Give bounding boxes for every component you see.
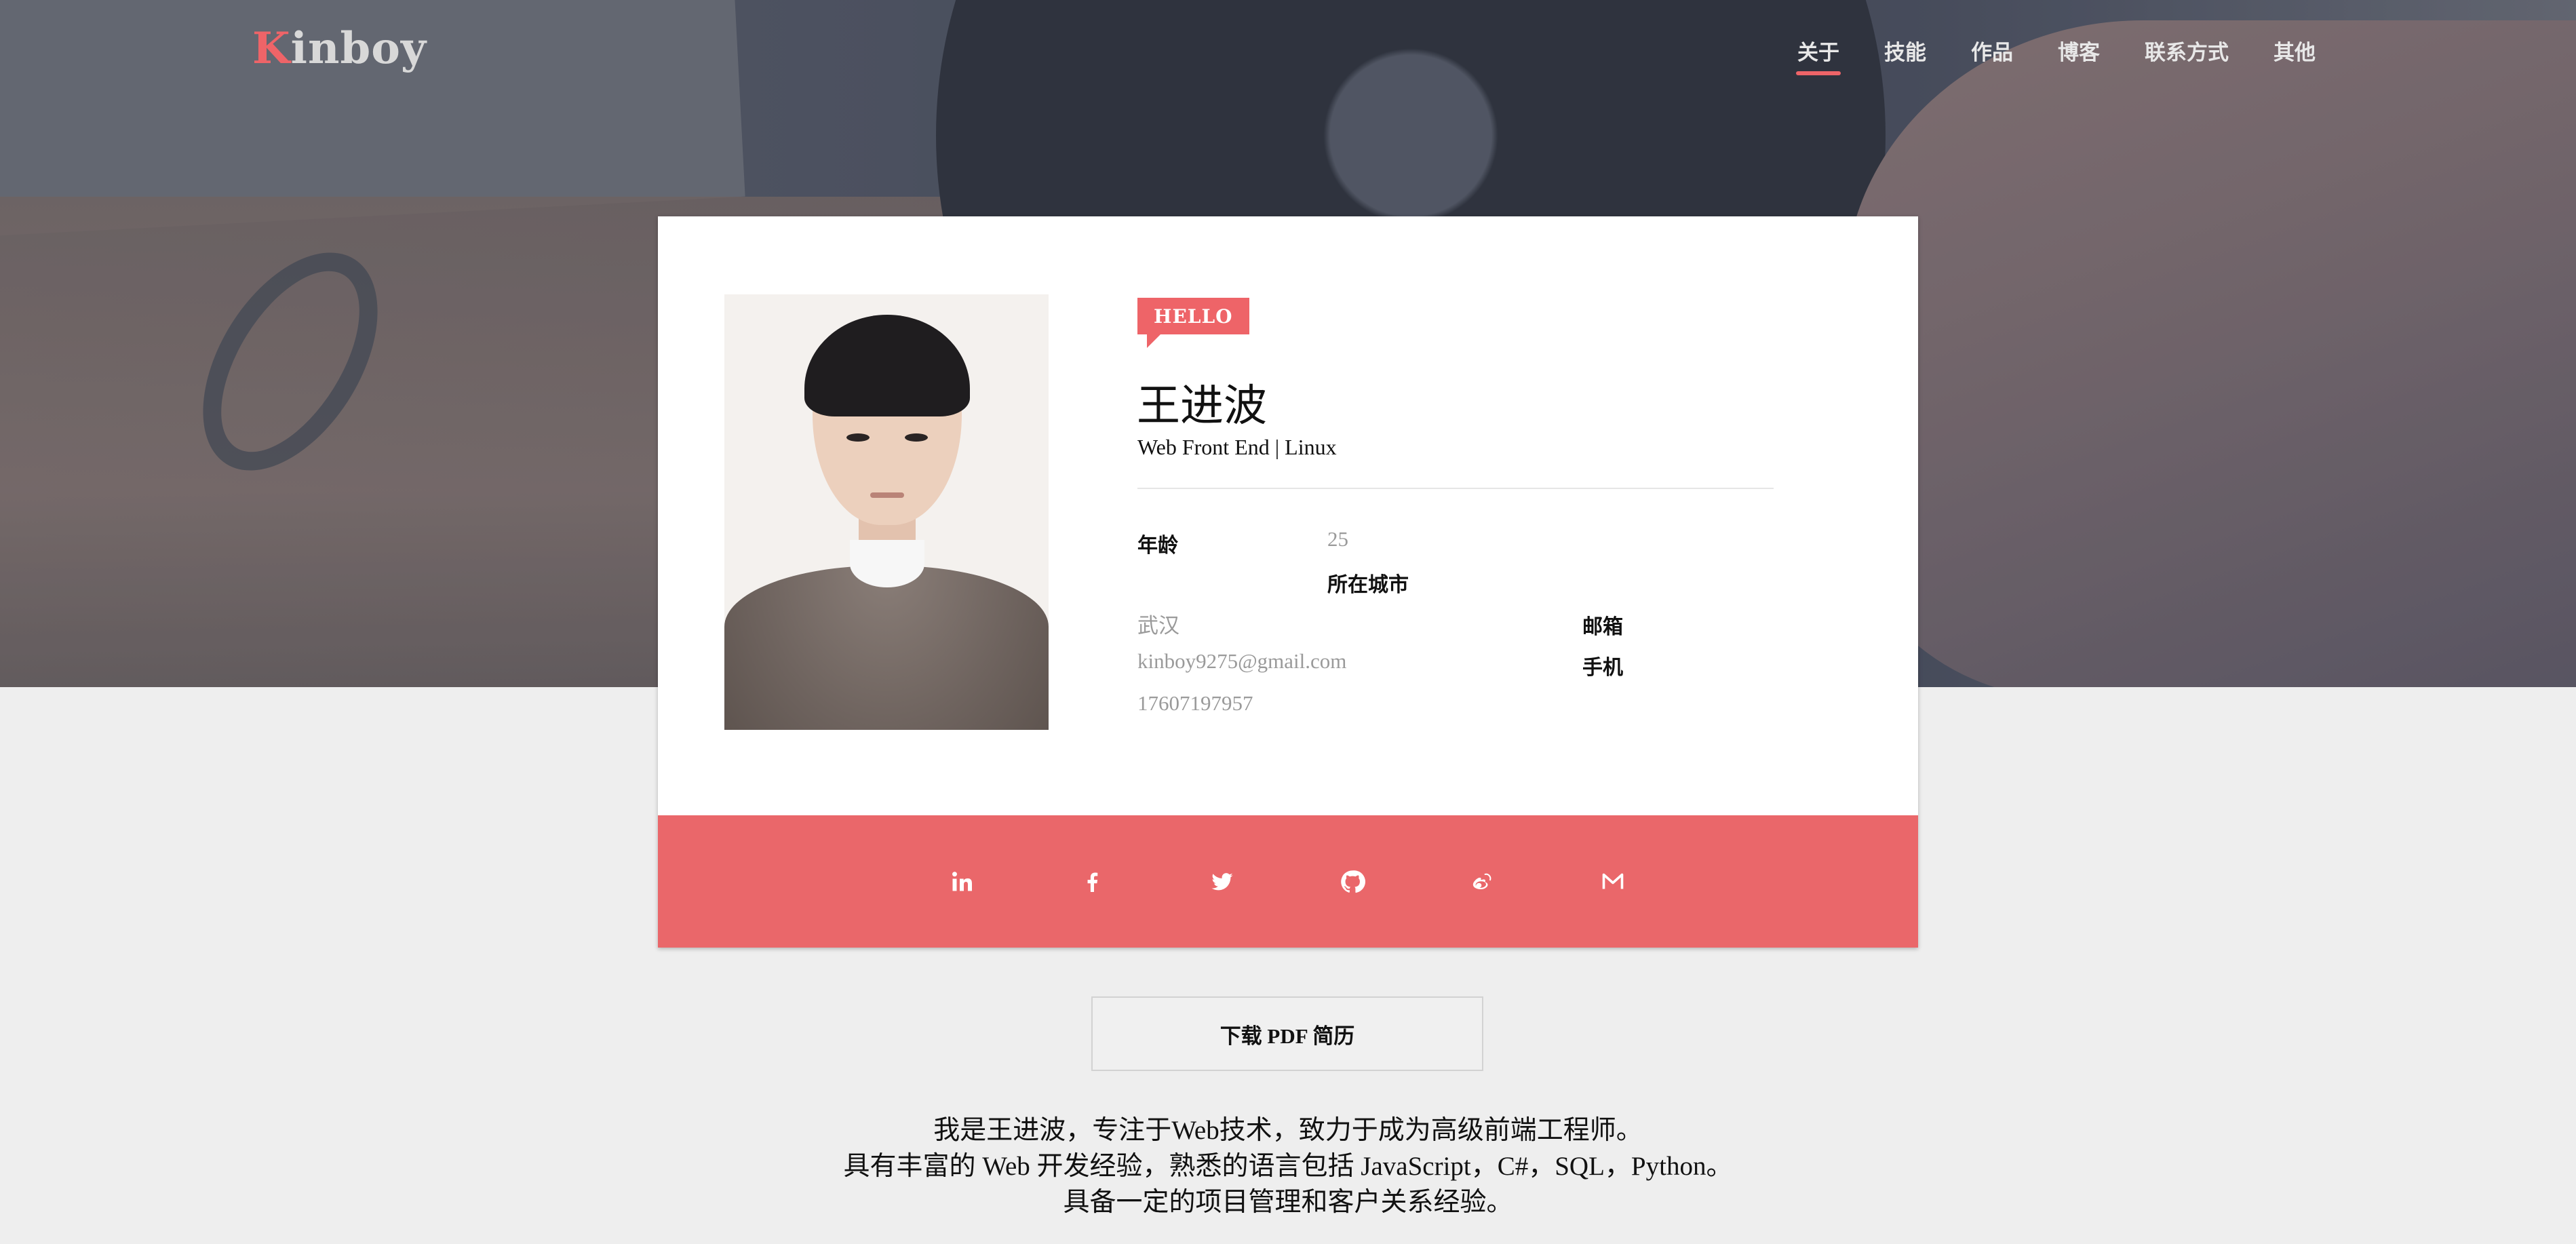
city-value: 武汉 [1137,614,1179,638]
hello-badge: HELLO [1137,298,1249,348]
age-value: 25 [1327,527,1348,551]
nav-item-blog[interactable]: 博客 [2058,35,2100,75]
nav-item-contact[interactable]: 联系方式 [2145,35,2229,75]
email-label: 邮箱 [1582,615,1623,639]
profile-name: 王进波 [1137,381,1267,431]
nav-item-other[interactable]: 其他 [2273,35,2316,75]
intro-text: 我是王进波，专注于Web技术，致力于成为高级前端工程师。 具有丰富的 Web 开… [0,1112,2576,1220]
city-label: 所在城市 [1327,573,1409,597]
profile-divider [1137,488,1774,489]
site-logo[interactable]: Kinboy [252,23,427,74]
phone-value[interactable]: 17607197957 [1137,691,1253,716]
nav-item-about[interactable]: 关于 [1796,35,1841,75]
email-value[interactable]: kinboy9275@gmail.com [1137,649,1346,674]
nav-item-skills[interactable]: 技能 [1884,35,1926,75]
github-icon[interactable] [1333,863,1371,901]
main-nav: 关于 技能 作品 博客 联系方式 其他 [1796,35,2360,75]
nav-item-works[interactable]: 作品 [1971,35,2013,75]
profile-card-body: HELLO 王进波 Web Front End | Linux 年龄 25 所在… [658,216,1918,815]
intro-line: 具有丰富的 Web 开发经验，熟悉的语言包括 JavaScript，C#，SQL… [843,1152,1733,1181]
intro-line: 我是王进波，专注于Web技术，致力于成为高级前端工程师。 [933,1116,1643,1145]
logo-initial: K [252,23,291,74]
download-pdf-resume-button[interactable]: 下载 PDF 简历 [1091,996,1483,1071]
profile-photo [724,294,1049,730]
profile-subtitle: Web Front End | Linux [1137,435,1337,459]
twitter-icon[interactable] [1203,863,1241,901]
phone-label: 手机 [1582,656,1623,680]
age-label: 年龄 [1137,534,1178,558]
gmail-icon[interactable] [1594,863,1632,901]
social-bar [658,815,1918,948]
intro-line: 具备一定的项目管理和客户关系经验。 [1063,1188,1513,1217]
linkedin-icon[interactable] [943,863,981,901]
weibo-icon[interactable] [1464,863,1502,901]
facebook-icon[interactable] [1073,863,1111,901]
profile-card: HELLO 王进波 Web Front End | Linux 年龄 25 所在… [658,216,1918,948]
logo-rest: inboy [290,23,427,74]
